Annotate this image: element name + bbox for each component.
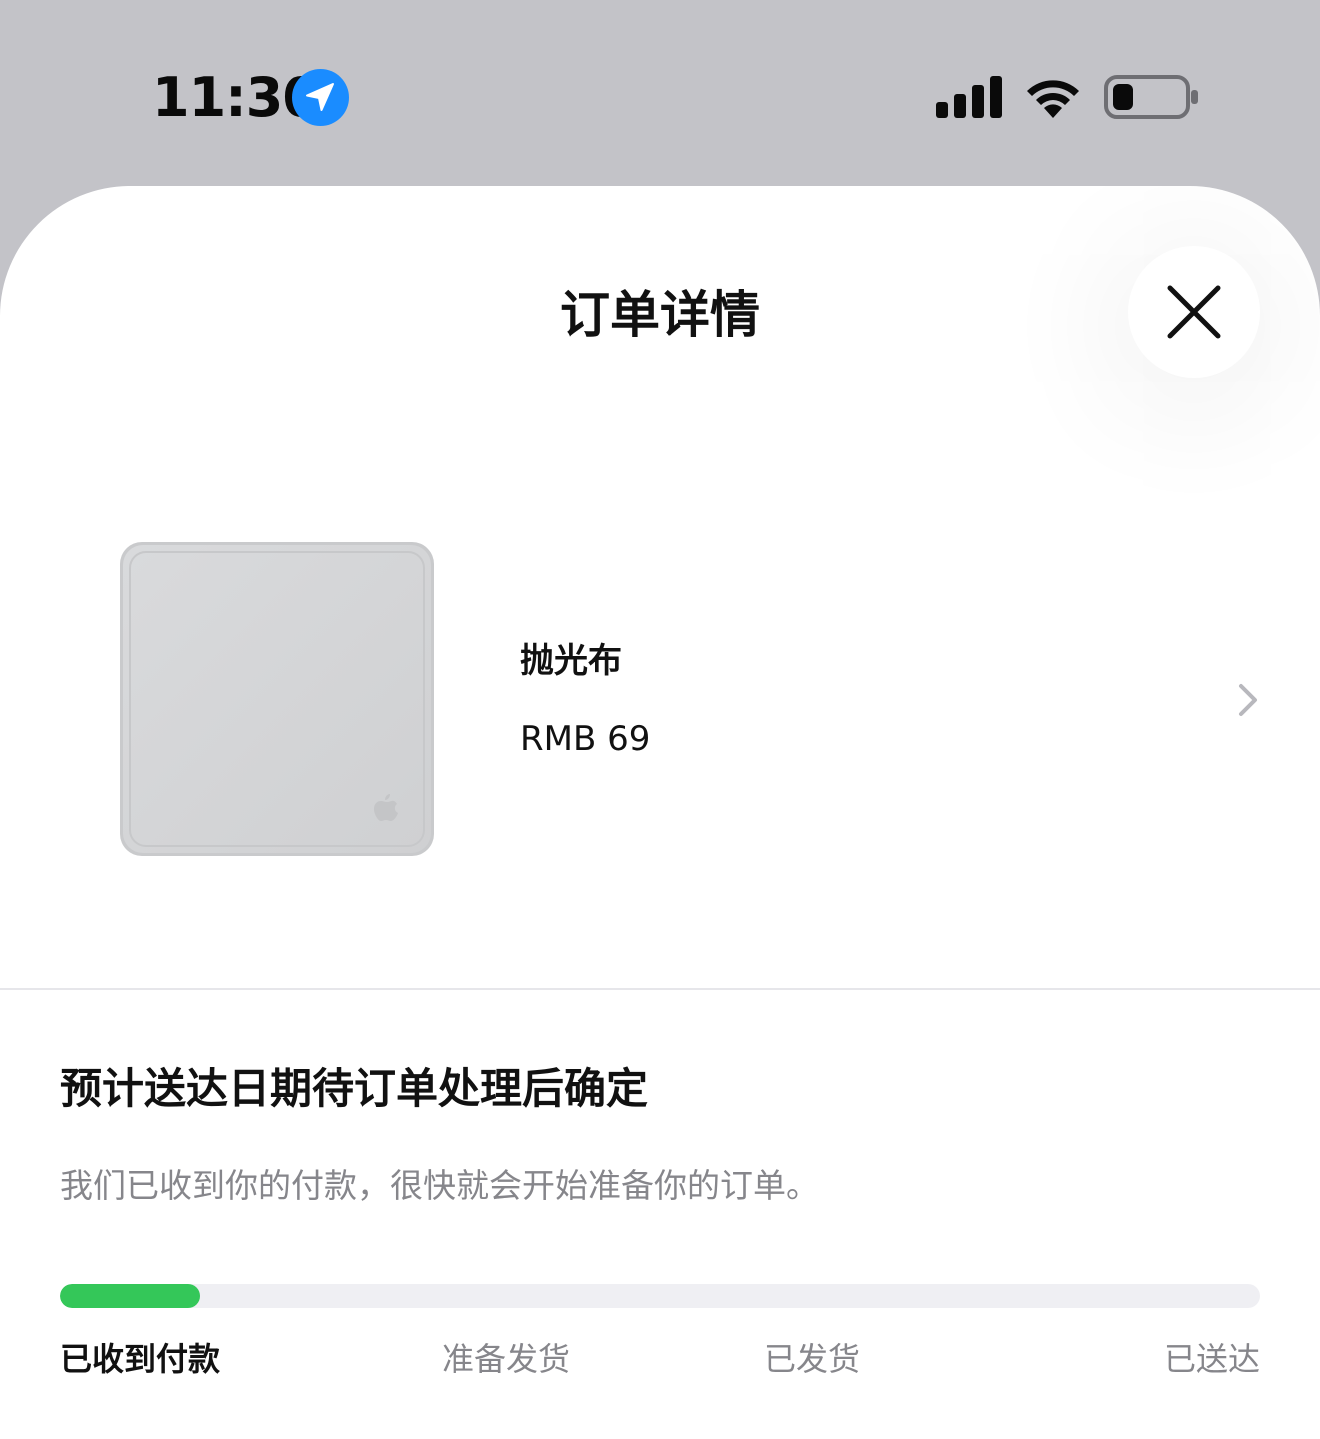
order-progress-bar <box>60 1284 1260 1308</box>
delivery-estimate-title: 预计送达日期待订单处理后确定 <box>60 1064 649 1113</box>
location-arrow-icon <box>292 69 349 126</box>
step-payment-received: 已收到付款 <box>60 1340 221 1378</box>
order-progress-fill <box>60 1284 201 1308</box>
step-preparing-shipment: 准备发货 <box>442 1340 571 1378</box>
cellular-signal-icon <box>936 76 1002 118</box>
step-delivered: 已送达 <box>1163 1340 1260 1378</box>
chevron-right-icon <box>1239 684 1257 716</box>
wifi-icon <box>1027 80 1079 118</box>
order-progress-steps: 已收到付款 准备发货 已发货 已送达 <box>60 1336 1260 1386</box>
status-bar: 11:30 <box>0 0 1320 186</box>
step-shipped: 已发货 <box>764 1340 861 1378</box>
close-button[interactable] <box>1128 246 1260 378</box>
polishing-cloth-image <box>120 542 434 856</box>
delivery-description: 我们已收到你的付款，很快就会开始准备你的订单。 <box>60 1166 819 1205</box>
product-name: 抛光布 <box>520 641 622 681</box>
sheet-title: 订单详情 <box>560 286 760 344</box>
order-details-sheet: 订单详情 抛光布 RMB 69 预计送达日期待订单处理后确定 我们已收到你的付款… <box>0 186 1320 1439</box>
section-divider <box>0 988 1320 990</box>
close-icon <box>1167 285 1221 339</box>
order-details-screen: 11:30 订单详情 抛光布 RMB 69 预计送达日期待订单处理后确定 我们已… <box>0 0 1320 1439</box>
battery-low-icon <box>1104 75 1198 119</box>
product-price: RMB 69 <box>520 719 651 759</box>
product-row[interactable]: 抛光布 RMB 69 <box>0 516 1320 886</box>
